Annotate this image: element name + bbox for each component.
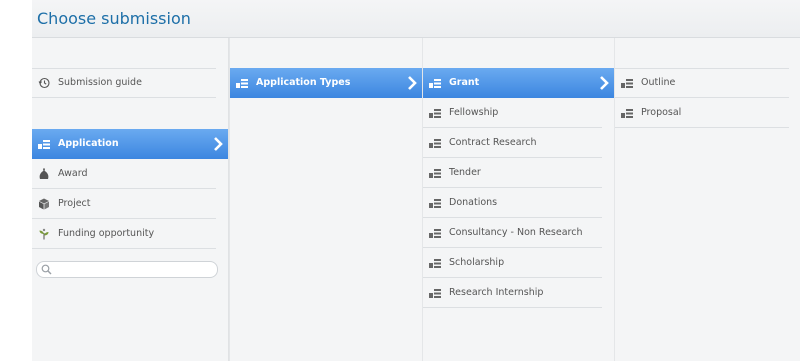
item-label: Donations [449,197,498,208]
item-consultancy[interactable]: Consultancy - Non Research [423,218,614,248]
form-list-icon [429,79,441,88]
item-scholarship[interactable]: Scholarship [423,248,614,278]
form-list-icon [236,79,248,88]
sidebar-item-label: Award [58,168,88,179]
item-label: Consultancy - Non Research [449,227,583,238]
search-box[interactable] [36,261,218,278]
item-label: Tender [449,167,481,178]
sidebar-item-label: Application [58,138,119,149]
form-list-icon [621,79,633,88]
item-tender[interactable]: Tender [423,158,614,188]
sidebar-item-label: Project [58,198,91,209]
item-label: Fellowship [449,107,499,118]
chevron-right-icon [214,137,223,151]
item-label: Research Internship [449,287,544,298]
item-application-types[interactable]: Application Types [230,68,422,98]
column-root: Submission guide Application Award Proje… [32,38,229,361]
form-list-icon [429,199,441,208]
chevron-right-icon [600,76,609,90]
column-application: Application Types [229,38,423,361]
sidebar-item-award[interactable]: Award [32,159,228,189]
column-browser: Submission guide Application Award Proje… [32,38,800,361]
form-list-icon [429,109,441,118]
form-list-icon [429,229,441,238]
submission-guide-item[interactable]: Submission guide [32,68,228,98]
form-list-icon [429,139,441,148]
chevron-right-icon [408,76,417,90]
item-contract-research[interactable]: Contract Research [423,128,614,158]
form-list-icon [429,169,441,178]
item-label: Proposal [641,107,682,118]
form-list-icon [429,289,441,298]
sidebar-item-project[interactable]: Project [32,189,228,219]
submission-dialog: Choose submission Submission guide Appli… [32,0,800,361]
search-icon [41,264,52,275]
form-list-icon [621,109,633,118]
sprout-icon [39,228,49,240]
item-label: Grant [449,77,480,88]
sidebar-item-label: Funding opportunity [58,228,155,239]
item-proposal[interactable]: Proposal [615,98,800,128]
dialog-title: Choose submission [37,9,191,28]
item-grant[interactable]: Grant [423,68,614,98]
item-fellowship[interactable]: Fellowship [423,98,614,128]
item-label: Contract Research [449,137,537,148]
dialog-header: Choose submission [32,0,800,38]
item-research-internship[interactable]: Research Internship [423,278,614,308]
item-label: Scholarship [449,257,505,268]
form-list-icon [429,259,441,268]
history-clock-icon [38,77,50,89]
item-label: Outline [641,77,676,88]
sidebar-item-application[interactable]: Application [32,129,228,159]
item-outline[interactable]: Outline [615,68,800,98]
column-application-types: Grant Fellowship Contract Research Tende… [422,38,615,361]
sidebar-item-funding-opportunity[interactable]: Funding opportunity [32,219,228,249]
item-donations[interactable]: Donations [423,188,614,218]
bag-icon [39,168,49,179]
item-label: Application Types [256,77,351,88]
search-input[interactable] [55,263,211,275]
cube-icon [39,198,49,210]
column-grant: Outline Proposal [614,38,800,361]
form-list-icon [38,140,50,149]
submission-guide-label: Submission guide [58,77,142,88]
